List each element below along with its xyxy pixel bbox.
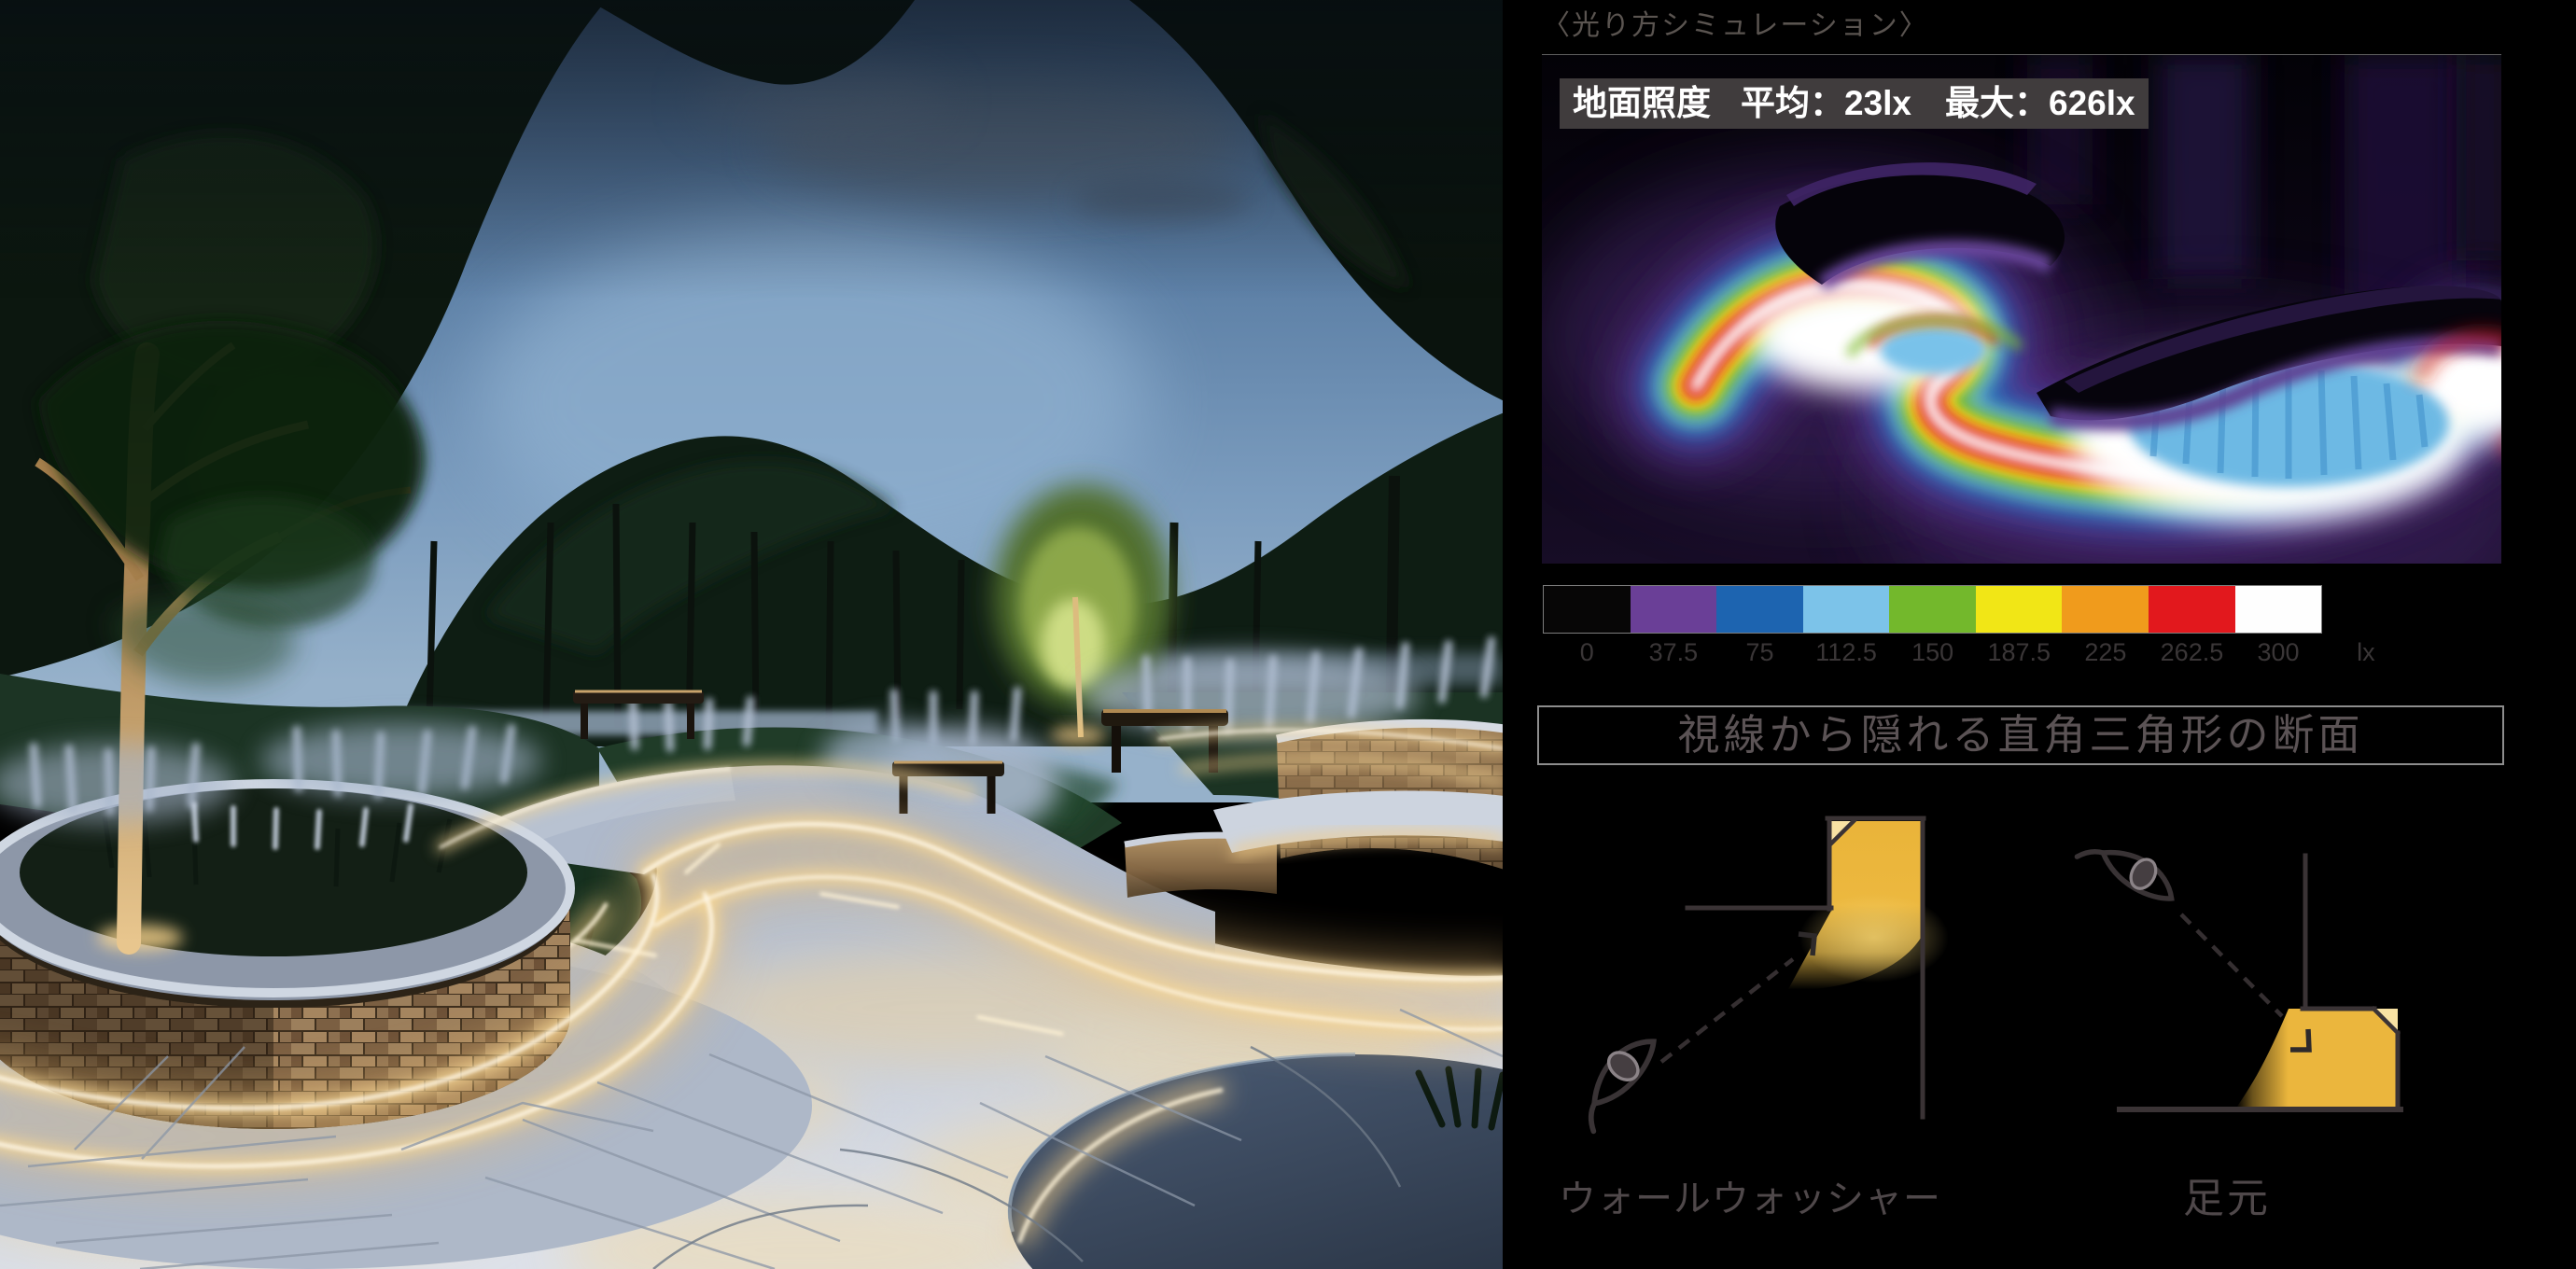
colorbar-swatch [1803, 586, 1890, 633]
colorbar-label: 187.5 [1976, 638, 2063, 667]
stat-max: 最大：626lx [1945, 84, 2135, 122]
colorbar-unit: lx [2321, 638, 2410, 667]
colorbar-label: 75 [1716, 638, 1803, 667]
colorbar-swatch [1889, 586, 1976, 633]
colorbar-label: 262.5 [2149, 638, 2235, 667]
sight-line [1661, 959, 1793, 1062]
wall-washer-label: ウォールウォッシャー [1559, 1168, 1941, 1222]
foot-lighting-label: 足元 [2183, 1164, 2271, 1224]
colorbar-label: 112.5 [1803, 638, 1890, 667]
colorbar-label: 37.5 [1631, 638, 1717, 667]
colorbar-swatch [2062, 586, 2149, 633]
sight-line [2181, 914, 2282, 1016]
colorbar-swatch [1716, 586, 1803, 633]
illuminance-heatmap-figure [1542, 54, 2501, 564]
colorbar [1544, 586, 2321, 633]
section-heading: 視線から隠れる直角三角形の断面 [1537, 705, 2504, 765]
simulation-title: 〈光り方シミュレーション〉 [1542, 2, 1929, 43]
colorbar-label: 225 [2063, 638, 2149, 667]
colorbar-label: 150 [1889, 638, 1976, 667]
colorbar-swatch [2149, 586, 2235, 633]
stats-label: 地面照度 [1573, 84, 1711, 122]
colorbar-scale: 0 37.5 75 112.5 150 187.5 225 262.5 300 … [1544, 638, 2477, 667]
colorbar-label: 0 [1544, 638, 1631, 667]
stat-average: 平均：23lx [1741, 84, 1911, 122]
colorbar-swatch [2235, 586, 2322, 633]
foot-lighting-diagram [2053, 784, 2576, 1213]
colorbar-swatch [1976, 586, 2063, 633]
park-night-rendering [0, 0, 1503, 1269]
colorbar-swatch [1544, 586, 1631, 633]
illuminance-heatmap [1542, 55, 2501, 564]
illuminance-stats: 地面照度平均：23lx 最大：626lx [1560, 78, 2149, 129]
floor-glow [2236, 1009, 2399, 1108]
colorbar-swatch [1631, 586, 1717, 633]
eye-icon [1561, 1028, 1674, 1132]
wall-washer-diagram [1531, 784, 2053, 1213]
eye-icon [2077, 820, 2182, 924]
colorbar-label: 300 [2235, 638, 2322, 667]
